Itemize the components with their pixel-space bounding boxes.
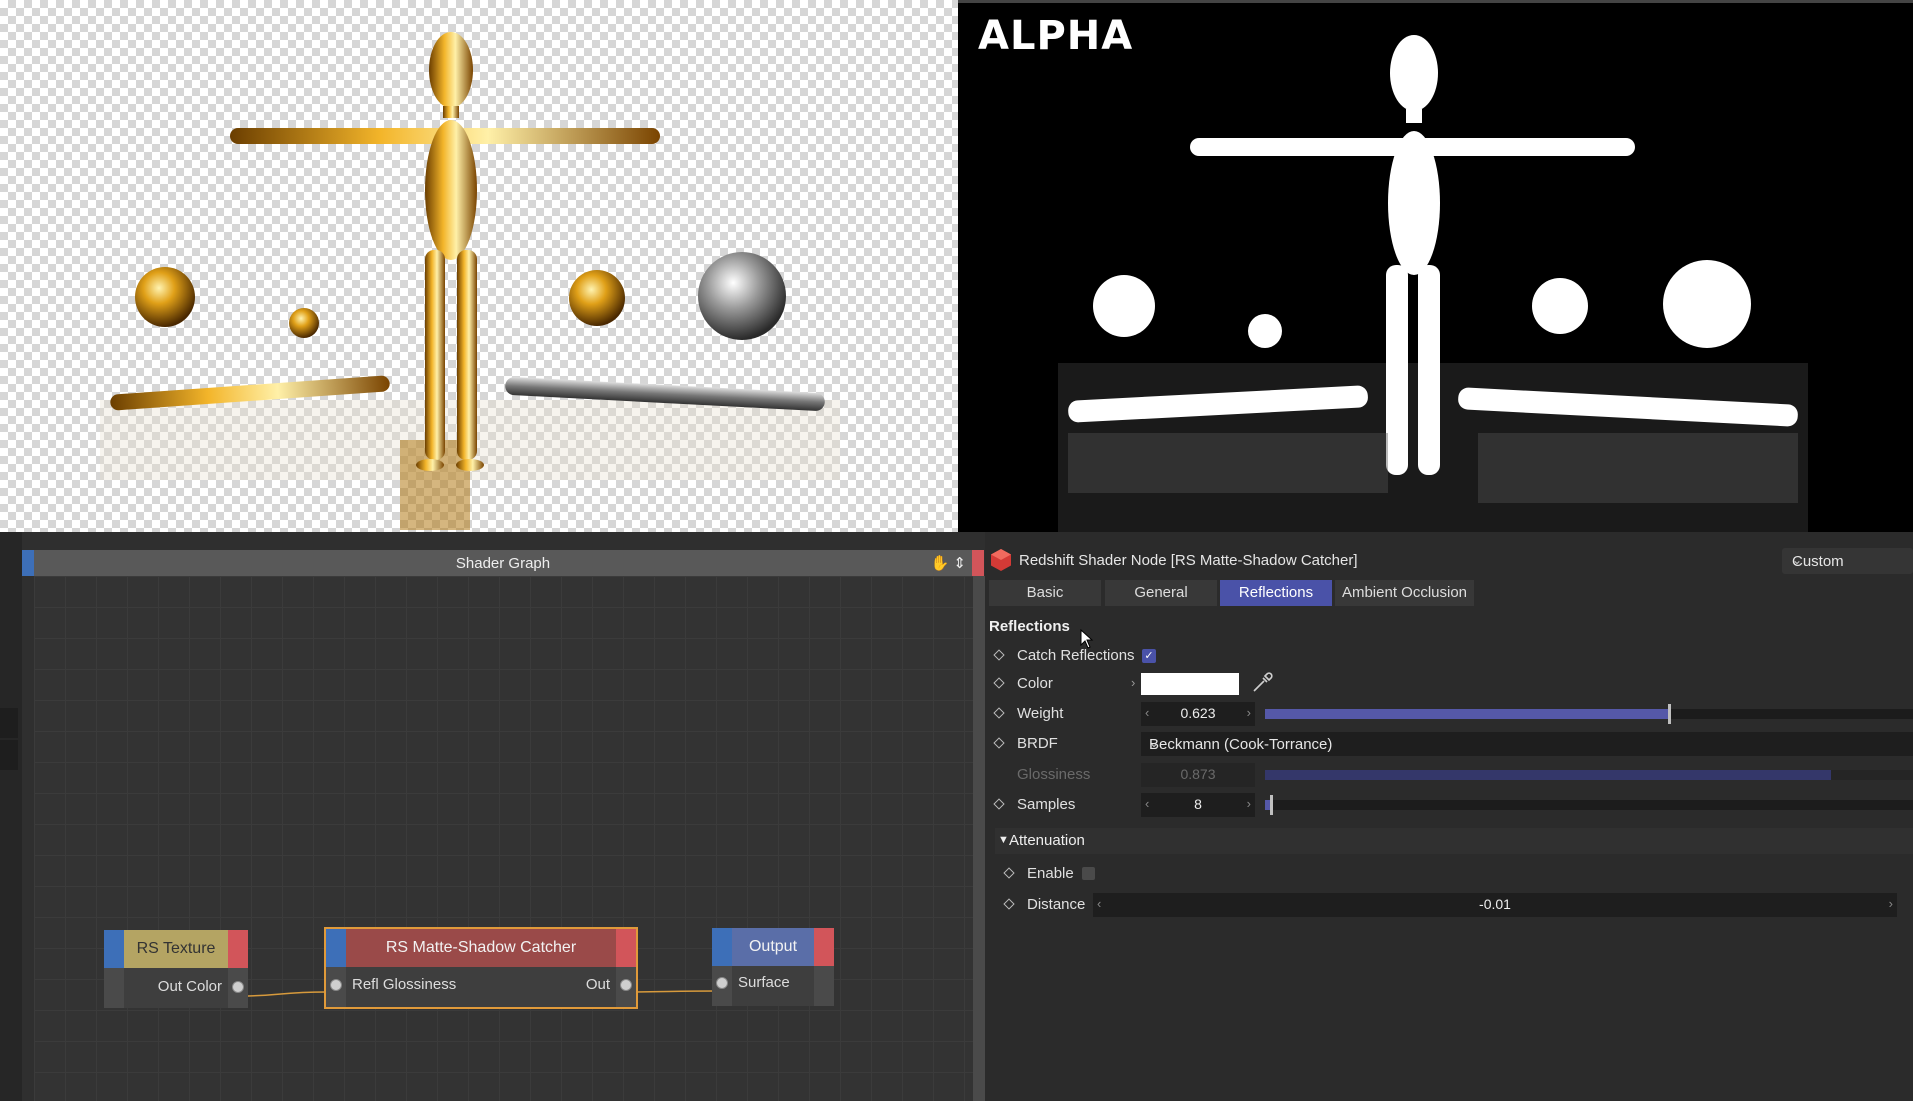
dock-tab[interactable] — [0, 708, 18, 738]
graph-tools: ✋ ⇕ — [931, 554, 966, 572]
node-rs-texture-title: RS Texture — [124, 930, 228, 968]
label-enable: Enable — [1027, 865, 1074, 882]
keyframe-diamond-icon[interactable] — [993, 649, 1005, 661]
port-out-color[interactable] — [232, 981, 244, 993]
shader-graph-titlebar[interactable]: Shader Graph ✋ ⇕ — [22, 550, 984, 576]
render-view-rgb — [0, 0, 958, 532]
node-output-title: Output — [732, 928, 814, 966]
move-vertical-icon[interactable]: ⇕ — [953, 555, 966, 572]
titlebar-accent-right — [972, 550, 984, 576]
node-canvas[interactable]: RS Texture Out Color RS Matte-Shadow Cat… — [34, 576, 973, 1101]
shader-graph-panel: Shader Graph ✋ ⇕ RS Texture Out Color RS… — [0, 532, 985, 1101]
wire-texture-to-matte — [241, 991, 327, 997]
row-distance: Distance ‹ -0.01 › — [995, 893, 1913, 917]
increment-icon[interactable]: › — [1247, 705, 1251, 720]
label-samples: Samples — [1017, 796, 1076, 813]
row-color: Color › — [985, 672, 1913, 696]
tab-basic[interactable]: Basic — [989, 580, 1101, 606]
render-scene-alpha — [1058, 35, 1808, 532]
row-brdf: BRDF Beckmann (Cook-Torrance) ⌄ — [985, 732, 1913, 756]
row-enable: Enable — [995, 862, 1195, 886]
dock-tab[interactable] — [0, 740, 18, 770]
label-glossiness: Glossiness — [1017, 766, 1091, 783]
chevron-down-icon: ⌄ — [1149, 736, 1160, 750]
weight-value: 0.623 — [1180, 705, 1216, 721]
keyframe-diamond-icon[interactable] — [1003, 898, 1015, 910]
attribute-panel: Redshift Shader Node [RS Matte-Shadow Ca… — [985, 532, 1913, 1101]
keyframe-diamond-icon[interactable] — [993, 677, 1005, 689]
weight-field[interactable]: ‹ 0.623 › — [1141, 702, 1255, 726]
label-catch-reflections: Catch Reflections — [1017, 647, 1135, 664]
wire-matte-to-output — [629, 990, 721, 993]
chevron-down-icon: ⌄ — [1792, 553, 1803, 567]
panel-splitter[interactable] — [973, 576, 985, 1101]
samples-value: 8 — [1194, 796, 1202, 812]
port-label-out: Out — [585, 976, 610, 993]
label-color: Color — [1017, 675, 1053, 692]
distance-value: -0.01 — [1479, 896, 1511, 912]
tab-ambient-occlusion[interactable]: Ambient Occlusion — [1335, 580, 1474, 606]
redshift-node-icon — [991, 549, 1011, 571]
triangle-down-icon: ▼ — [998, 834, 1009, 846]
keyframe-diamond-icon[interactable] — [993, 737, 1005, 749]
attribute-header: Redshift Shader Node [RS Matte-Shadow Ca… — [985, 546, 1913, 576]
render-view-alpha: ALPHA — [958, 0, 1913, 532]
tab-general[interactable]: General — [1105, 580, 1217, 606]
node-matte-shadow-catcher[interactable]: RS Matte-Shadow Catcher Refl Glossiness … — [324, 927, 638, 1009]
port-label-surface: Surface — [738, 974, 790, 991]
node-wires — [241, 990, 721, 997]
glossiness-slider — [1265, 770, 1913, 780]
keyframe-diamond-icon[interactable] — [993, 707, 1005, 719]
distance-field[interactable]: ‹ -0.01 › — [1093, 893, 1897, 917]
increment-icon[interactable]: › — [1247, 796, 1251, 811]
checkbox-catch-reflections[interactable]: ✓ — [1142, 649, 1156, 663]
weight-slider-fill — [1265, 709, 1669, 719]
eyedropper-icon[interactable] — [1251, 672, 1273, 694]
glossiness-value: 0.873 — [1180, 766, 1216, 782]
node-matte-shadow-title: RS Matte-Shadow Catcher — [346, 929, 616, 967]
node-output[interactable]: Output Surface — [712, 928, 834, 1006]
left-dock-strip — [0, 532, 22, 1101]
port-surface[interactable] — [716, 977, 728, 989]
keyframe-diamond-icon[interactable] — [1003, 867, 1015, 879]
row-catch-reflections: Catch Reflections ✓ — [985, 644, 1185, 668]
glossiness-slider-fill — [1265, 770, 1831, 780]
label-distance: Distance — [1027, 896, 1086, 913]
brdf-dropdown[interactable]: Beckmann (Cook-Torrance) ⌄ — [1141, 732, 1913, 756]
node-rs-texture[interactable]: RS Texture Out Color — [104, 930, 248, 1008]
samples-slider[interactable] — [1265, 795, 1913, 815]
glossiness-field: 0.873 — [1141, 763, 1255, 787]
attribute-title: Redshift Shader Node [RS Matte-Shadow Ca… — [1019, 552, 1358, 569]
weight-slider[interactable] — [1265, 704, 1913, 724]
hand-icon[interactable]: ✋ — [931, 555, 950, 572]
preset-dropdown[interactable]: Custom ⌄ — [1782, 548, 1913, 574]
attenuation-title: Attenuation — [1009, 832, 1085, 849]
row-samples: Samples ‹ 8 › — [985, 793, 1913, 817]
chevron-right-icon[interactable]: › — [1131, 675, 1135, 690]
samples-field[interactable]: ‹ 8 › — [1141, 793, 1255, 817]
render-scene-gold — [100, 32, 840, 530]
shader-graph-title: Shader Graph — [455, 555, 551, 572]
port-label-out-color: Out Color — [157, 978, 222, 995]
port-refl-glossiness[interactable] — [330, 979, 342, 991]
port-out[interactable] — [620, 979, 632, 991]
increment-icon[interactable]: › — [1889, 896, 1893, 911]
samples-slider-handle[interactable] — [1270, 795, 1273, 815]
weight-slider-handle[interactable] — [1668, 704, 1671, 724]
port-label-refl-glossiness: Refl Glossiness — [352, 976, 457, 993]
section-title-reflections: Reflections — [989, 618, 1070, 635]
label-weight: Weight — [1017, 705, 1064, 722]
checkbox-enable[interactable] — [1082, 867, 1095, 880]
row-glossiness: Glossiness 0.873 — [985, 763, 1913, 787]
tab-reflections[interactable]: Reflections — [1220, 580, 1332, 606]
color-swatch[interactable] — [1141, 673, 1239, 695]
attenuation-group-header[interactable]: ▼ Attenuation — [995, 828, 1913, 854]
row-weight: Weight ‹ 0.623 › — [985, 702, 1913, 726]
label-brdf: BRDF — [1017, 735, 1058, 752]
keyframe-diamond-icon[interactable] — [993, 798, 1005, 810]
